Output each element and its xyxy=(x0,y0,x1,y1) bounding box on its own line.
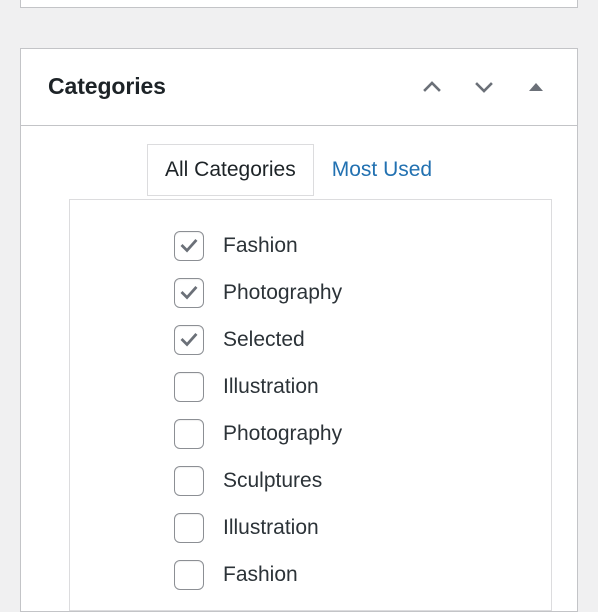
previous-metabox-partial xyxy=(20,0,578,8)
move-down-icon[interactable] xyxy=(469,72,499,102)
list-item[interactable]: Fashion xyxy=(70,551,551,598)
category-checkbox[interactable] xyxy=(174,324,204,355)
category-label[interactable]: Selected xyxy=(223,329,305,350)
categories-metabox-body: All Categories Most Used Fashion Photogr… xyxy=(21,126,577,611)
metabox-header-actions xyxy=(417,72,551,102)
category-checklist[interactable]: Fashion Photography Selected Illustratio… xyxy=(69,199,552,611)
tab-most-used[interactable]: Most Used xyxy=(314,144,450,196)
list-item[interactable]: Photography xyxy=(70,269,551,316)
category-label[interactable]: Illustration xyxy=(223,376,319,397)
category-label[interactable]: Illustration xyxy=(223,517,319,538)
list-item[interactable]: Sculptures xyxy=(70,457,551,504)
list-item[interactable]: Illustration xyxy=(70,363,551,410)
page-title: Categories xyxy=(48,73,166,100)
category-checkbox[interactable] xyxy=(174,418,204,449)
category-checkbox[interactable] xyxy=(174,559,204,590)
category-checkbox[interactable] xyxy=(174,277,204,308)
category-label[interactable]: Photography xyxy=(223,282,342,303)
list-item[interactable]: Photography xyxy=(70,410,551,457)
category-checkbox[interactable] xyxy=(174,230,204,261)
category-checkbox[interactable] xyxy=(174,465,204,496)
list-item[interactable]: Selected xyxy=(70,316,551,363)
categories-metabox-header[interactable]: Categories xyxy=(21,49,577,126)
tab-all-categories[interactable]: All Categories xyxy=(147,144,314,196)
category-label[interactable]: Photography xyxy=(223,423,342,444)
category-label[interactable]: Fashion xyxy=(223,235,298,256)
category-checkbox[interactable] xyxy=(174,371,204,402)
list-item[interactable]: Fashion xyxy=(70,222,551,269)
category-label[interactable]: Fashion xyxy=(223,564,298,585)
toggle-panel-icon[interactable] xyxy=(521,72,551,102)
move-up-icon[interactable] xyxy=(417,72,447,102)
category-label[interactable]: Sculptures xyxy=(223,470,322,491)
category-tabs: All Categories Most Used xyxy=(21,144,577,196)
list-item[interactable]: Illustration xyxy=(70,504,551,551)
category-checkbox[interactable] xyxy=(174,512,204,543)
categories-metabox: Categories All Categories Most Used Fash… xyxy=(20,48,578,612)
